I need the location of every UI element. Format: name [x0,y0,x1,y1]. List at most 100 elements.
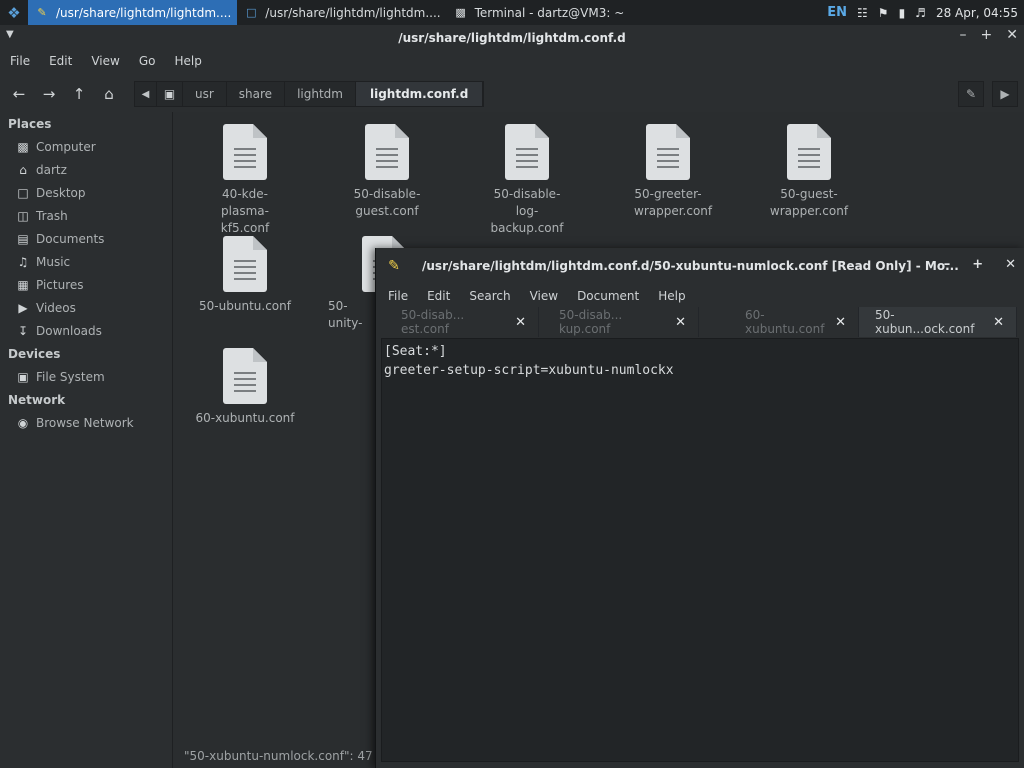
path-segment-share[interactable]: share [227,82,286,106]
drive-icon[interactable]: ▣ [157,82,183,106]
text-line: [Seat:*] [384,344,447,359]
toolbar: ← → ↑ ⌂ ◀ ▣ usr share lightdm lightdm.co… [0,72,1024,116]
sidebar-item-documents[interactable]: ▤ Documents [0,227,170,250]
menu-file[interactable]: File [10,54,30,68]
file-item[interactable]: 50-guest-wrapper.conf [743,124,875,220]
close-icon[interactable]: ✕ [1005,257,1016,272]
up-arrow-icon[interactable]: ↑ [66,81,92,107]
taskbar-item-label: /usr/share/lightdm/lightdm.... [265,5,441,20]
taskbar-item-editor[interactable]: ✎ /usr/share/lightdm/lightdm.... [28,0,238,25]
editor-tabs: 50-disab... est.conf ✕ 50-disab... kup.c… [381,307,1018,337]
file-item[interactable]: 40-kde-plasma-kf5.conf [185,124,305,237]
path-segment-lightdm[interactable]: lightdm [285,82,356,106]
sidebar-item-label: Trash [36,208,68,223]
menu-edit[interactable]: Edit [427,289,450,303]
notification-bell-icon[interactable]: ⚑ [878,6,889,20]
file-item[interactable]: 60-xubuntu.conf [185,348,305,427]
minimize-icon[interactable]: – [944,257,951,272]
close-tab-icon[interactable]: ✕ [515,315,526,330]
sidebar-header-devices: Devices [8,346,61,361]
home-icon[interactable]: ⌂ [96,81,122,107]
desktop-icon: □ [17,185,29,200]
xfce-mouse-icon[interactable]: ❖ [0,0,28,25]
close-icon[interactable]: ✕ [1006,27,1018,43]
menu-edit[interactable]: Edit [49,54,72,68]
close-tab-icon[interactable]: ✕ [993,315,1004,330]
tab-label: 60-xubuntu.conf [745,308,825,336]
file-name: 50-disable-log-backup.conf [490,187,564,235]
tab-50-xubuntu-numlock[interactable]: 50-xubun...ock.conf ✕ [859,307,1017,337]
text-line: greeter-setup-script=xubuntu-numlockx [384,363,674,378]
sidebar-item-computer[interactable]: ▩ Computer [0,135,170,158]
menu-file[interactable]: File [388,289,408,303]
sidebar-item-videos[interactable]: ▶ Videos [0,296,170,319]
text-editor-icon: ✎ [37,6,47,19]
editor-text-area[interactable]: [Seat:*] greeter-setup-script=xubuntu-nu… [381,338,1019,762]
clock[interactable]: 28 Apr, 04:55 [936,6,1018,20]
file-item[interactable]: 50-disable-guest.conf [326,124,448,220]
sidebar-item-trash[interactable]: ◫ Trash [0,204,170,227]
minimize-icon[interactable]: – [960,27,967,43]
file-name: 50-disable-guest.conf [353,187,421,218]
file-name: 50-guest-wrapper.conf [769,187,849,218]
back-arrow-icon[interactable]: ← [6,81,32,107]
file-name: 50-ubuntu.conf [199,299,291,313]
menu-help[interactable]: Help [658,289,685,303]
maximize-icon[interactable]: + [972,257,983,272]
sidebar-item-pictures[interactable]: ▦ Pictures [0,273,170,296]
keyboard-layout-indicator[interactable]: EN [827,5,847,20]
volume-icon[interactable]: ♬ [915,6,926,20]
sidebar-item-browse-network[interactable]: ◉ Browse Network [0,411,170,434]
sidebar-item-label: dartz [36,162,67,177]
text-file-icon [505,124,549,180]
menu-search[interactable]: Search [469,289,510,303]
path-segment-current[interactable]: lightdm.conf.d [355,82,484,106]
window-title: /usr/share/lightdm/lightdm.conf.d [398,30,626,45]
sidebar-item-home[interactable]: ⌂ dartz [0,158,170,181]
tab-50-disable-guest[interactable]: 50-disab... est.conf ✕ [381,307,539,337]
path-left-chevron-icon[interactable]: ◀ [135,82,157,106]
path-right-chevron-icon[interactable]: ▶ [992,81,1018,107]
text-file-icon [646,124,690,180]
menu-view[interactable]: View [91,54,119,68]
file-name: 60-xubuntu.conf [195,411,295,425]
maximize-icon[interactable]: + [981,27,993,43]
menu-bar: File Edit View Go Help [0,50,1024,72]
edit-location-pencil-icon[interactable]: ✎ [958,81,984,107]
network-icon[interactable]: ☷ [857,6,868,20]
file-item[interactable]: 50-disable-log-backup.conf [467,124,587,237]
tab-50-disable-log-backup[interactable]: 50-disab... kup.conf ✕ [539,307,699,337]
path-bar: ◀ ▣ usr share lightdm lightdm.conf.d [134,81,485,107]
text-editor-window: ✎ /usr/share/lightdm/lightdm.conf.d/50-x… [375,248,1024,768]
menu-document[interactable]: Document [577,289,639,303]
tab-label: 50-disab... kup.conf [559,308,623,336]
sidebar-header-network: Network [8,392,66,407]
file-item[interactable]: 50-greeter-wrapper.conf [608,124,728,220]
taskbar-item-file-manager[interactable]: □ /usr/share/lightdm/lightdm.... [237,0,446,25]
sidebar-header-places: Places [8,116,52,131]
text-file-icon [787,124,831,180]
taskbar-item-terminal[interactable]: ▩ Terminal - dartz@VM3: ~ [447,0,631,25]
sidebar-item-label: Pictures [36,277,84,292]
sidebar-item-desktop[interactable]: □ Desktop [0,181,170,204]
menu-view[interactable]: View [530,289,558,303]
file-item[interactable]: 50-unity- [326,236,406,332]
sidebar-item-label: Music [36,254,71,269]
documents-icon: ▤ [17,231,29,246]
file-item[interactable]: 50-ubuntu.conf [185,236,305,315]
sidebar-item-downloads[interactable]: ↧ Downloads [0,319,170,342]
file-name: 40-kde-plasma-kf5.conf [220,187,270,235]
sidebar-item-file-system[interactable]: ▣ File System [0,365,170,388]
sidebar-item-music[interactable]: ♫ Music [0,250,170,273]
tab-60-xubuntu[interactable]: 60-xubuntu.conf ✕ [699,307,859,337]
close-tab-icon[interactable]: ✕ [675,315,686,330]
text-file-icon [365,124,409,180]
trash-icon: ◫ [17,208,29,223]
path-segment-usr[interactable]: usr [183,82,227,106]
pictures-icon: ▦ [17,277,29,292]
forward-arrow-icon[interactable]: → [36,81,62,107]
battery-icon[interactable]: ▮ [899,6,906,20]
close-tab-icon[interactable]: ✕ [835,315,846,330]
menu-go[interactable]: Go [139,54,156,68]
menu-help[interactable]: Help [174,54,201,68]
